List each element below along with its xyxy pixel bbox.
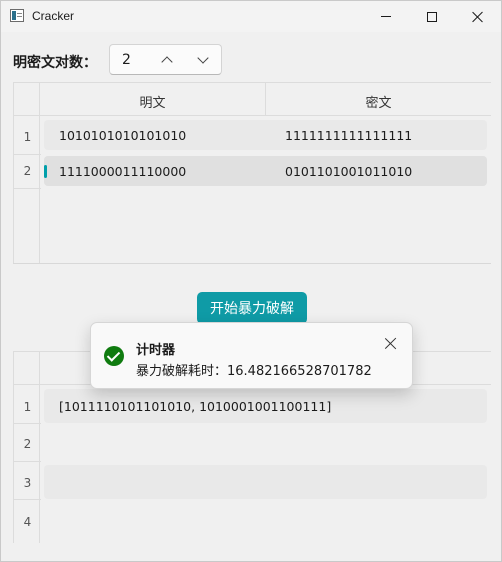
title-bar[interactable]: Cracker — [1, 1, 501, 32]
increment-button[interactable] — [156, 50, 178, 70]
row-separator — [14, 154, 41, 155]
row-number-column: 1 2 3 4 — [13, 385, 41, 543]
close-icon — [472, 11, 484, 23]
decrement-button[interactable] — [192, 50, 214, 70]
timer-notification: 计时器 暴力破解耗时：16.482166528701782 — [90, 322, 413, 389]
close-icon[interactable] — [383, 336, 399, 352]
row-number: 1 — [23, 130, 32, 144]
pairs-count-value[interactable]: 2 — [122, 52, 131, 68]
table-row-selected[interactable]: 1111000011110000 0101101001011010 — [44, 156, 487, 186]
selection-indicator — [44, 165, 47, 178]
row-number: 3 — [23, 476, 32, 490]
row-separator — [14, 499, 41, 500]
row-separator — [14, 423, 41, 424]
row-number: 2 — [23, 164, 32, 178]
notification-message: 暴力破解耗时：16.482166528701782 — [136, 364, 372, 379]
app-window-icon — [10, 9, 24, 22]
app-window: Cracker 明密文对数： 2 明文 密文 1 2 1010101010101… — [0, 0, 502, 562]
chevron-up-icon — [161, 56, 173, 68]
column-header-ciphertext[interactable]: 密文 — [266, 92, 491, 111]
notification-title: 计时器 — [136, 343, 176, 358]
corner-cell — [13, 83, 40, 116]
chevron-down-icon — [197, 52, 209, 64]
success-check-icon — [104, 346, 124, 366]
start-brute-force-button[interactable]: 开始暴力破解 — [197, 292, 307, 324]
table-row[interactable] — [44, 427, 487, 461]
row-number: 1 — [23, 400, 32, 414]
pairs-count-spinbox[interactable]: 2 — [109, 44, 222, 75]
minimize-button[interactable] — [363, 1, 409, 32]
row-number-column: 1 2 — [13, 116, 41, 264]
row-separator — [14, 188, 41, 189]
close-window-button[interactable] — [455, 1, 501, 32]
plaintext-cell[interactable]: 1111000011110000 — [59, 164, 186, 179]
corner-cell — [13, 352, 40, 385]
row-number: 2 — [23, 437, 32, 451]
section-divider — [13, 263, 491, 264]
row-number: 4 — [23, 515, 32, 529]
row-separator — [14, 461, 41, 462]
table-row[interactable]: 1010101010101010 1111111111111111 — [44, 120, 487, 150]
table-row[interactable] — [44, 503, 487, 537]
ciphertext-cell[interactable]: 1111111111111111 — [285, 128, 412, 143]
maximize-button[interactable] — [409, 1, 455, 32]
table-header: 明文 密文 — [13, 82, 491, 116]
table-row[interactable]: [1011110101101010, 1010001001100111] — [44, 389, 487, 423]
minimize-icon — [381, 16, 391, 17]
pairs-count-label: 明密文对数： — [13, 55, 97, 71]
result-cell[interactable]: [1011110101101010, 1010001001100111] — [59, 399, 331, 414]
window-title: Cracker — [32, 9, 75, 23]
input-pairs-table: 明文 密文 1 2 1010101010101010 1111111111111… — [13, 82, 491, 264]
plaintext-cell[interactable]: 1010101010101010 — [59, 128, 186, 143]
maximize-icon — [427, 11, 437, 22]
ciphertext-cell[interactable]: 0101101001011010 — [285, 164, 412, 179]
column-header-plaintext[interactable]: 明文 — [40, 92, 265, 111]
table-row[interactable] — [44, 465, 487, 499]
